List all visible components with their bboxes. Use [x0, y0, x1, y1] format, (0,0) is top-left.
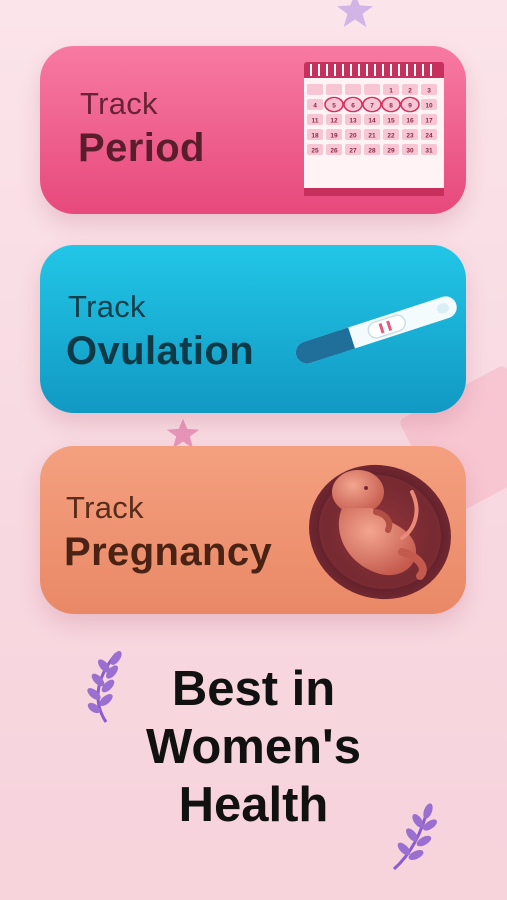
calendar-day-cell: [364, 84, 380, 95]
calendar-day-label: 31: [425, 148, 433, 155]
card-track-label: Track: [68, 289, 146, 324]
calendar-day-label: 19: [330, 133, 338, 140]
pregnancy-test-icon: [295, 296, 457, 364]
card-title-ovulation: Ovulation: [66, 329, 255, 373]
calendar-day-label: 11: [312, 118, 319, 125]
calendar-day-label: 23: [406, 133, 414, 140]
headline-line-1: Best in: [171, 662, 336, 716]
card-title-period: Period: [78, 126, 205, 170]
track-period-card[interactable]: Track Period 1 2 3 4 5 6 7 8 9 10 11 12 13 14 15 16 17 18…: [40, 46, 466, 214]
calendar-day-label: 30: [406, 148, 414, 155]
calendar-day-label: 16: [406, 118, 414, 125]
calendar-day-label: 5: [332, 103, 336, 110]
calendar-day-label: 9: [408, 103, 412, 110]
calendar-day-label: 1: [389, 88, 393, 95]
calendar-day-label: 14: [368, 118, 376, 125]
calendar-day-label: 24: [425, 133, 433, 140]
calendar-day-label: 26: [330, 148, 338, 155]
calendar-day-label: 22: [387, 133, 395, 140]
calendar-day-label: 2: [408, 88, 412, 95]
calendar-day-label: 10: [425, 103, 433, 110]
calendar-day-label: 13: [349, 118, 357, 125]
card-track-label: Track: [80, 86, 158, 121]
star-icon: [337, 0, 373, 28]
calendar-day-label: 4: [313, 103, 317, 110]
calendar-icon: 1 2 34 5 6 7 8 9 1011 12 13 14 15 16 1718 19 20 21 22 23 242…: [304, 62, 444, 196]
calendar-day-label: 25: [311, 148, 319, 155]
headline-line-3: Health: [178, 778, 329, 832]
headline-line-2: Women's: [146, 720, 361, 774]
track-ovulation-card[interactable]: Track Ovulation: [40, 245, 466, 413]
calendar-day-label: 3: [427, 88, 431, 95]
calendar-day-label: 21: [368, 133, 376, 140]
calendar-day-label: 8: [389, 103, 393, 110]
calendar-day-label: 28: [368, 148, 376, 155]
track-pregnancy-card[interactable]: Track Pregnancy: [40, 446, 466, 614]
calendar-day-label: 6: [351, 103, 355, 110]
headline: Best in Women's Health: [0, 660, 507, 834]
calendar-day-label: 18: [311, 133, 319, 140]
calendar-day-label: 27: [349, 148, 357, 155]
calendar-day-label: 15: [387, 118, 395, 125]
calendar-day-label: 7: [370, 103, 374, 110]
calendar-day-label: 17: [425, 118, 433, 125]
calendar-day-cell: [326, 84, 342, 95]
calendar-day-cell: [307, 84, 323, 95]
calendar-day-cell: [345, 84, 361, 95]
calendar-day-label: 29: [387, 148, 395, 155]
card-track-label: Track: [66, 490, 144, 525]
calendar-day-label: 20: [349, 133, 357, 140]
card-title-pregnancy: Pregnancy: [64, 530, 273, 574]
fetus-womb-icon: [309, 464, 451, 600]
calendar-day-label: 12: [330, 118, 338, 125]
